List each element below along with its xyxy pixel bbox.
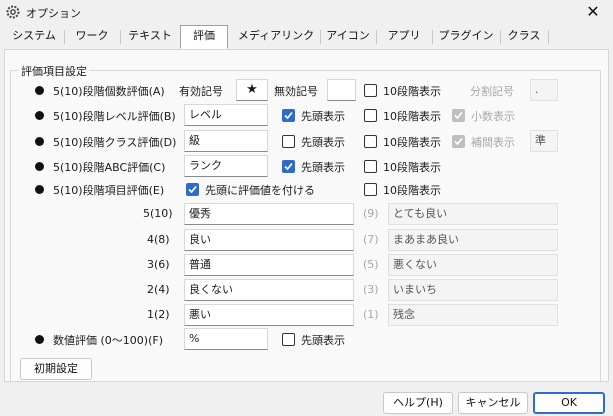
abc-ten-label: 10段階表示 <box>383 161 441 174</box>
split-symbol-label: 分割記号 <box>470 85 514 98</box>
class-interp-checkbox[interactable] <box>452 135 465 148</box>
numeric-head-checkbox[interactable] <box>282 333 295 346</box>
split-symbol-input[interactable]: . <box>530 79 558 101</box>
group-title: 評価項目設定 <box>19 63 89 79</box>
level-head-checkbox[interactable] <box>282 109 295 122</box>
reset-defaults-button[interactable]: 初期設定 <box>20 358 92 380</box>
class-interp-label: 補間表示 <box>471 136 515 149</box>
item-prefix-label: 先頭に評価値を付ける <box>205 184 315 197</box>
level-alt-key-label: (7) <box>363 233 379 246</box>
class-ten-checkbox[interactable] <box>364 135 377 148</box>
tab-icon[interactable]: アイコン <box>322 26 374 48</box>
level-key-label: 4(8) <box>147 233 170 246</box>
abc-eval-input[interactable]: ランク <box>184 155 268 177</box>
tab-work[interactable]: ワーク <box>66 26 118 48</box>
level-alt-value-input[interactable]: 悪くない <box>388 254 558 276</box>
abc-head-checkbox[interactable] <box>282 160 295 173</box>
bullet-icon <box>35 86 44 95</box>
tab-divider <box>500 30 501 44</box>
level-value-input[interactable]: 良くない <box>184 279 354 301</box>
level-value-input[interactable]: 悪い <box>184 304 354 326</box>
level-key-label: 2(4) <box>147 283 170 296</box>
level-eval-input[interactable]: レベル <box>184 104 268 126</box>
valid-symbol-label: 有効記号 <box>179 85 223 98</box>
help-button[interactable]: ヘルプ(H) <box>383 392 453 414</box>
level-alt-value-input[interactable]: いまいち <box>388 279 558 301</box>
level-decimal-checkbox[interactable] <box>452 109 465 122</box>
level-alt-key-label: (9) <box>363 207 379 220</box>
tab-divider <box>120 30 121 44</box>
tab-evaluation[interactable]: 評価 <box>180 25 228 49</box>
tab-divider <box>320 30 321 44</box>
count-eval-label: 5(10)段階個数評価(A) <box>53 85 165 98</box>
level-eval-label: 5(10)段階レベル評価(B) <box>53 110 176 123</box>
close-button[interactable]: ✕ <box>573 0 613 24</box>
tab-plugin[interactable]: プラグイン <box>434 26 498 48</box>
tab-divider <box>548 30 549 44</box>
level-key-label: 3(6) <box>147 258 170 271</box>
level-value-input[interactable]: 優秀 <box>184 203 354 225</box>
invalid-symbol-label: 無効記号 <box>274 85 318 98</box>
level-alt-value-input[interactable]: まあまあ良い <box>388 229 558 251</box>
cancel-button[interactable]: キャンセル <box>458 392 528 414</box>
checkmark-icon <box>454 137 463 146</box>
class-head-label: 先頭表示 <box>301 136 345 149</box>
level-alt-key-label: (1) <box>363 308 379 321</box>
level-value-input[interactable]: 普通 <box>184 254 354 276</box>
valid-symbol-input[interactable]: ★ <box>236 79 268 101</box>
numeric-head-label: 先頭表示 <box>301 334 345 347</box>
abc-head-label: 先頭表示 <box>301 161 345 174</box>
level-alt-key-label: (3) <box>363 283 379 296</box>
tab-divider <box>376 30 377 44</box>
ok-button[interactable]: OK <box>533 392 605 414</box>
count-ten-label: 10段階表示 <box>383 85 441 98</box>
tab-class[interactable]: クラス <box>502 26 546 48</box>
tab-text[interactable]: テキスト <box>122 26 178 48</box>
gear-icon <box>6 5 20 19</box>
level-value-input[interactable]: 良い <box>184 229 354 251</box>
level-alt-value-input[interactable]: とても良い <box>388 203 558 225</box>
tab-app[interactable]: アプリ <box>378 26 430 48</box>
bullet-icon <box>35 185 44 194</box>
class-ten-label: 10段階表示 <box>383 136 441 149</box>
item-prefix-checkbox[interactable] <box>186 183 199 196</box>
count-ten-checkbox[interactable] <box>364 84 377 97</box>
checkmark-icon <box>284 111 293 120</box>
numeric-eval-input[interactable]: % <box>184 328 268 350</box>
tab-bar: システム ワーク テキスト 評価 メディアリンク アイコン アプリ プラグイン … <box>4 25 609 50</box>
tab-divider <box>432 30 433 44</box>
item-ten-label: 10段階表示 <box>383 184 441 197</box>
level-alt-value-input[interactable]: 残念 <box>388 304 558 326</box>
tab-media-link[interactable]: メディアリンク <box>234 26 318 48</box>
level-ten-checkbox[interactable] <box>364 109 377 122</box>
tab-system[interactable]: システム <box>6 26 62 48</box>
level-alt-key-label: (5) <box>363 258 379 271</box>
class-head-checkbox[interactable] <box>282 135 295 148</box>
window-title: オプション <box>26 7 81 20</box>
class-eval-label: 5(10)段階クラス評価(D) <box>53 136 177 149</box>
bullet-icon <box>35 137 44 146</box>
item-eval-label: 5(10)段階項目評価(E) <box>53 184 165 197</box>
bullet-icon <box>35 162 44 171</box>
abc-eval-label: 5(10)段階ABC評価(C) <box>53 161 166 174</box>
level-head-label: 先頭表示 <box>301 110 345 123</box>
numeric-eval-label: 数値評価 (0〜100)(F) <box>53 334 163 347</box>
close-icon: ✕ <box>586 2 600 21</box>
tab-divider <box>64 30 65 44</box>
checkmark-icon <box>454 111 463 120</box>
item-ten-checkbox[interactable] <box>364 183 377 196</box>
checkmark-icon <box>284 162 293 171</box>
bullet-icon <box>35 335 44 344</box>
level-ten-label: 10段階表示 <box>383 110 441 123</box>
level-decimal-label: 小数表示 <box>471 110 515 123</box>
class-eval-input[interactable]: 級 <box>184 130 268 152</box>
level-key-label: 5(10) <box>143 207 173 220</box>
class-interp-input[interactable]: 準 <box>530 130 558 152</box>
invalid-symbol-input[interactable] <box>327 79 356 101</box>
level-key-label: 1(2) <box>147 308 170 321</box>
checkmark-icon <box>188 185 197 194</box>
title-bar: オプション ✕ <box>0 0 613 24</box>
bullet-icon <box>35 111 44 120</box>
abc-ten-checkbox[interactable] <box>364 160 377 173</box>
